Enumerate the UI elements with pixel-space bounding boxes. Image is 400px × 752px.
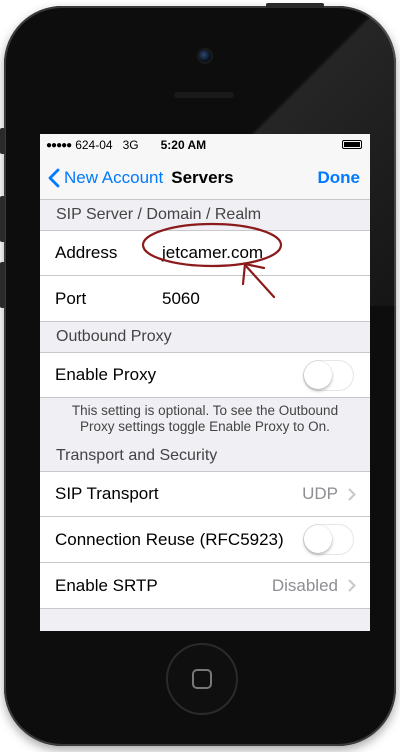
chevron-right-icon bbox=[348, 488, 356, 501]
status-bar: ●●●●● 624-04 3G 5:20 AM bbox=[40, 134, 370, 156]
sip-transport-label: SIP Transport bbox=[55, 484, 159, 503]
address-field[interactable]: jetcamer.com bbox=[162, 243, 263, 263]
port-row[interactable]: Port 5060 bbox=[40, 276, 370, 322]
toggle-knob bbox=[304, 360, 332, 389]
home-button-icon bbox=[192, 669, 212, 689]
enable-srtp-value: Disabled bbox=[271, 575, 338, 595]
status-time: 5:20 AM bbox=[160, 138, 207, 152]
navigation-bar: New Account Servers Done bbox=[40, 156, 370, 200]
connection-reuse-toggle[interactable] bbox=[303, 524, 354, 555]
section-header-proxy: Outbound Proxy bbox=[40, 322, 370, 352]
section-header-sip: SIP Server / Domain / Realm bbox=[40, 200, 370, 230]
earpiece-speaker bbox=[174, 92, 234, 98]
toggle-knob bbox=[304, 525, 332, 553]
page-title: Servers bbox=[171, 167, 234, 187]
signal-strength-icon: ●●●●● bbox=[46, 139, 72, 151]
port-label: Port bbox=[55, 288, 87, 308]
enable-proxy-row: Enable Proxy bbox=[40, 352, 370, 398]
chevron-left-icon bbox=[48, 168, 60, 187]
volume-down-button bbox=[0, 262, 5, 308]
volume-up-button bbox=[0, 196, 5, 242]
mute-switch bbox=[0, 128, 5, 154]
section-header-transport: Transport and Security bbox=[40, 441, 370, 471]
proxy-footnote: This setting is optional. To see the Out… bbox=[40, 398, 370, 441]
battery-icon bbox=[342, 140, 362, 149]
enable-proxy-toggle[interactable] bbox=[303, 359, 354, 391]
home-button[interactable] bbox=[166, 643, 238, 715]
done-button[interactable]: Done bbox=[318, 168, 361, 188]
address-row[interactable]: Address jetcamer.com bbox=[40, 230, 370, 276]
sleep-wake-button bbox=[266, 3, 324, 8]
enable-srtp-row[interactable]: Enable SRTP Disabled bbox=[40, 563, 370, 609]
chevron-right-icon bbox=[348, 579, 356, 592]
back-button-label: New Account bbox=[64, 167, 164, 187]
enable-proxy-label: Enable Proxy bbox=[55, 365, 157, 384]
sip-transport-row[interactable]: SIP Transport UDP bbox=[40, 471, 370, 517]
screen: ●●●●● 624-04 3G 5:20 AM New Account Serv… bbox=[40, 134, 370, 631]
carrier-name: 624-04 bbox=[75, 138, 113, 152]
sip-transport-value: UDP bbox=[302, 484, 338, 503]
connection-reuse-label: Connection Reuse (RFC5923) bbox=[55, 529, 284, 549]
port-field[interactable]: 5060 bbox=[162, 289, 200, 309]
network-type: 3G bbox=[122, 138, 139, 152]
back-button[interactable]: New Account bbox=[48, 168, 163, 188]
iphone-frame: ●●●●● 624-04 3G 5:20 AM New Account Serv… bbox=[4, 6, 396, 746]
connection-reuse-row: Connection Reuse (RFC5923) bbox=[40, 517, 370, 563]
front-camera bbox=[197, 48, 213, 64]
address-label: Address bbox=[55, 243, 118, 262]
enable-srtp-label: Enable SRTP bbox=[55, 575, 158, 595]
